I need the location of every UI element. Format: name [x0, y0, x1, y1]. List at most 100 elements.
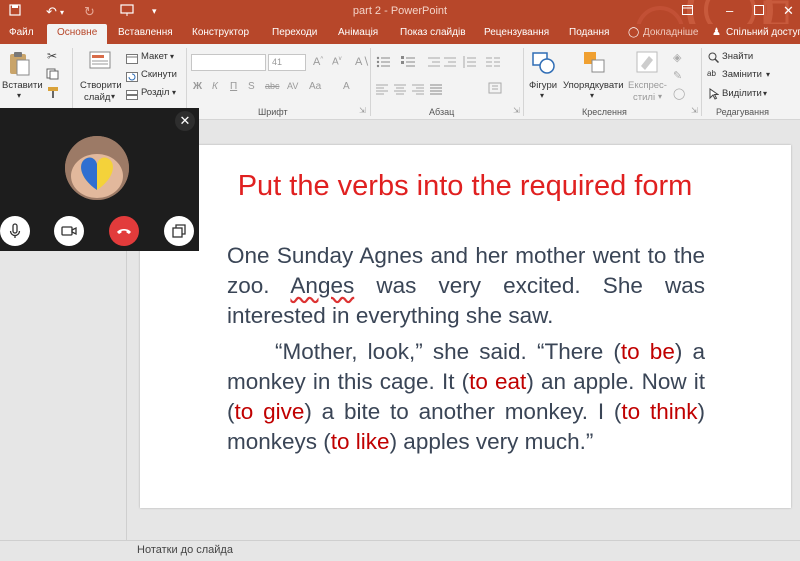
clear-formatting-icon[interactable]: A∖ [355, 55, 369, 68]
quick-styles-icon[interactable] [635, 50, 661, 81]
text-direction-icon[interactable] [488, 81, 502, 99]
shapes-icon[interactable] [531, 50, 557, 81]
share-button[interactable]: Спільний доступ [726, 27, 800, 38]
tab-review[interactable]: Рецензування [484, 27, 549, 38]
paste-dropdown-icon[interactable]: ▾ [17, 91, 21, 100]
tab-insert[interactable]: Вставлення [118, 27, 173, 38]
paste-button-label[interactable]: Вставити [2, 80, 43, 91]
ribbon-tabs: Файл Основне Вставлення Конструктор Пере… [0, 24, 800, 44]
shape-fill-icon[interactable]: ◈ [673, 51, 681, 64]
columns-icon[interactable] [486, 55, 500, 73]
layout-dropdown-icon[interactable]: ▾ [170, 52, 174, 61]
copy-icon[interactable] [46, 67, 60, 85]
separator [701, 48, 702, 116]
shadow-icon[interactable]: S [248, 81, 255, 92]
quick-styles-label-2[interactable]: стилі [633, 92, 655, 103]
slide-title[interactable]: Put the verbs into the required form [227, 167, 703, 206]
group-label-paragraph: Абзац [429, 107, 455, 117]
new-slide-dropdown-icon[interactable]: ▾ [111, 92, 115, 101]
underline-icon[interactable]: П [230, 81, 237, 92]
separator [370, 48, 371, 116]
cut-icon[interactable]: ✂ [47, 49, 57, 63]
font-color-icon[interactable]: A [343, 81, 350, 92]
close-window-icon[interactable]: ✕ [783, 3, 794, 19]
align-center-icon[interactable] [394, 82, 406, 100]
new-slide-label-2[interactable]: слайд [84, 92, 110, 103]
bullets-icon[interactable] [376, 55, 390, 73]
bold-icon[interactable]: Ж [193, 81, 202, 92]
tell-me-box[interactable]: Докладніше [643, 27, 699, 38]
microphone-button[interactable] [0, 216, 30, 246]
tab-animations[interactable]: Анімація [338, 27, 378, 38]
quick-styles-dropdown-icon[interactable]: ▾ [658, 92, 662, 101]
tab-design[interactable]: Конструктор [192, 27, 249, 38]
minimize-icon[interactable]: – [726, 3, 733, 18]
layout-button[interactable]: Макет [141, 51, 168, 62]
shapes-button-label[interactable]: Фігури [529, 80, 557, 91]
video-call-overlay: ✕ [0, 108, 199, 251]
close-icon[interactable]: ✕ [175, 111, 195, 131]
slide-body-text[interactable]: One Sunday Agnes and her mother went to … [227, 241, 705, 457]
find-button[interactable]: Знайти [722, 51, 753, 62]
arrange-icon[interactable] [582, 50, 608, 81]
paragraph-dialog-launcher-icon[interactable]: ⇲ [513, 106, 520, 115]
group-label-editing: Редагування [716, 107, 769, 117]
align-left-icon[interactable] [376, 82, 388, 100]
decrease-font-icon[interactable]: Av [332, 56, 342, 67]
tab-home[interactable]: Основне [47, 24, 108, 44]
align-right-icon[interactable] [412, 82, 424, 100]
popout-button[interactable] [164, 216, 194, 246]
font-name-input[interactable] [191, 54, 266, 71]
new-slide-label-1[interactable]: Створити [80, 80, 122, 91]
notes-bar[interactable]: Нотатки до слайда [0, 540, 800, 561]
decrease-indent-icon[interactable] [428, 55, 440, 73]
separator [186, 48, 187, 116]
arrange-dropdown-icon[interactable]: ▾ [590, 91, 594, 100]
tab-slideshow[interactable]: Показ слайдів [400, 27, 466, 38]
reset-button[interactable]: Скинути [141, 69, 177, 80]
shape-effects-icon[interactable]: ◯ [673, 87, 685, 100]
hang-up-button[interactable] [109, 216, 139, 246]
arrange-button-label[interactable]: Упорядкувати [563, 80, 624, 91]
avatar [65, 136, 129, 200]
quick-styles-label-1[interactable]: Експрес- [628, 80, 667, 91]
strikethrough-icon[interactable]: abc [265, 81, 280, 91]
numbering-icon[interactable] [401, 55, 415, 73]
new-slide-icon[interactable] [87, 50, 113, 79]
misspelled-word: Anges [290, 273, 355, 298]
font-size-input[interactable]: 41 [268, 54, 306, 71]
tab-file[interactable]: Файл [9, 27, 34, 38]
shape-outline-icon[interactable]: ✎ [673, 69, 682, 82]
italic-icon[interactable]: К [212, 81, 218, 92]
justify-icon[interactable] [430, 82, 442, 100]
tab-view[interactable]: Подання [569, 27, 609, 38]
notes-placeholder[interactable]: Нотатки до слайда [137, 544, 233, 556]
select-dropdown-icon[interactable]: ▾ [763, 89, 767, 98]
reset-icon [126, 69, 138, 87]
ribbon-options-icon[interactable] [682, 3, 693, 18]
font-dialog-launcher-icon[interactable]: ⇲ [359, 106, 366, 115]
drawing-dialog-launcher-icon[interactable]: ⇲ [691, 106, 698, 115]
replace-dropdown-icon[interactable]: ▾ [766, 70, 770, 79]
shapes-dropdown-icon[interactable]: ▾ [540, 91, 544, 100]
hang-up-icon [117, 229, 131, 234]
select-button[interactable]: Виділити [722, 88, 762, 99]
tab-transitions[interactable]: Переходи [272, 27, 317, 38]
increase-font-icon[interactable]: A^ [313, 56, 323, 68]
format-painter-icon[interactable] [47, 85, 59, 103]
section-dropdown-icon[interactable]: ▾ [172, 88, 176, 97]
text-run: ) a bite to another monkey. I ( [304, 399, 622, 424]
change-case-icon[interactable]: Aa [309, 81, 321, 92]
section-button[interactable]: Розділ [141, 87, 169, 98]
verb-highlight: to give [234, 399, 305, 424]
increase-indent-icon[interactable] [444, 55, 456, 73]
character-spacing-icon[interactable]: AV [287, 81, 298, 91]
paste-icon[interactable] [8, 50, 30, 81]
line-spacing-icon[interactable] [462, 55, 476, 73]
layout-icon [126, 51, 138, 69]
replace-button[interactable]: Замінити [722, 69, 762, 80]
paragraph-1: One Sunday Agnes and her mother went to … [227, 241, 705, 331]
maximize-icon[interactable] [754, 3, 764, 18]
camera-button[interactable] [54, 216, 84, 246]
verb-highlight: to eat [469, 369, 527, 394]
